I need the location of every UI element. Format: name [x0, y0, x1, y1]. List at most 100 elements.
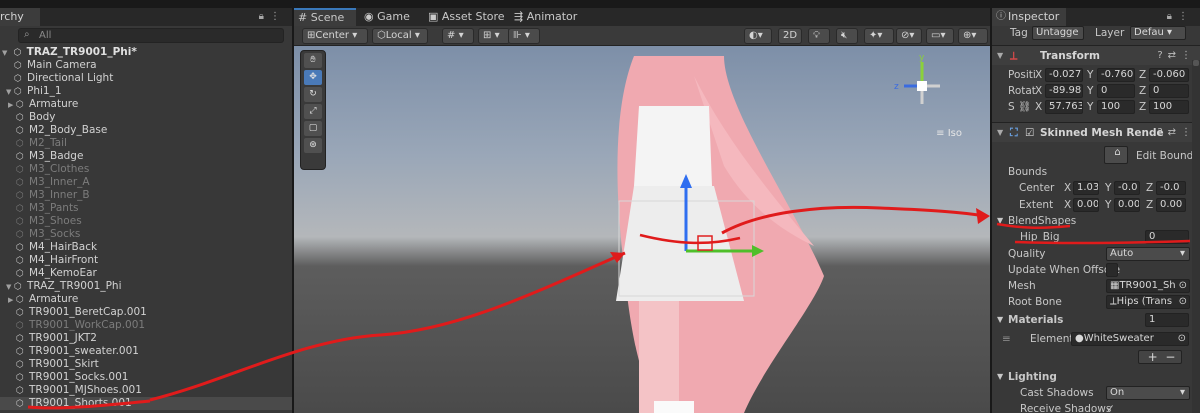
hierarchy-item[interactable]: ⬡ TR9001_Shorts.001	[0, 397, 292, 410]
hierarchy-item[interactable]: ⬡ TR9001_JKT2	[0, 332, 292, 345]
mode-2d-button[interactable]: 2D	[778, 28, 802, 44]
edit-bounds-button[interactable]: ⌂	[1104, 146, 1128, 164]
grid-visibility-button[interactable]: ⊞ ▾	[478, 28, 510, 44]
tab-hierarchy[interactable]: rchy	[0, 8, 40, 26]
hierarchy-item[interactable]: ⬡ M4_HairFront	[0, 254, 292, 267]
rotation-x-field[interactable]: -89.98	[1045, 84, 1083, 98]
center-z-field[interactable]: -0.0	[1156, 181, 1186, 195]
hierarchy-item[interactable]: ⬡ Body	[0, 111, 292, 124]
hierarchy-item[interactable]: ⬡ TR9001_BeretCap.001	[0, 306, 292, 319]
hierarchy-item[interactable]: ▶ ⬡ Armature	[0, 293, 292, 306]
extent-y-field[interactable]: 0.00	[1114, 198, 1140, 212]
hierarchy-item[interactable]: ⬡ TR9001_MJShoes.001	[0, 384, 292, 397]
center-y-field[interactable]: -0.0	[1114, 181, 1140, 195]
hierarchy-item[interactable]: ⬡ Directional Light	[0, 72, 292, 85]
hierarchy-item[interactable]: ⬡ TR9001_Socks.001	[0, 371, 292, 384]
hierarchy-item[interactable]: ⬡ Main Camera	[0, 59, 292, 72]
hierarchy-item[interactable]: ⬡ M3_Badge	[0, 150, 292, 163]
position-z-field[interactable]: -0.060	[1149, 68, 1189, 82]
hierarchy-item[interactable]: ⬡ M3_Clothes	[0, 163, 292, 176]
hierarchy-item[interactable]: ⬡ M3_Inner_B	[0, 189, 292, 202]
tab-animator[interactable]: ⇶ Animator	[510, 8, 582, 26]
scale-z-field[interactable]: 100	[1149, 100, 1189, 114]
tab-inspector[interactable]: ⓘ Inspector	[992, 8, 1066, 26]
gizmos-dropdown[interactable]: ⊕▾	[958, 28, 988, 44]
transform-tool-button[interactable]: ⊛	[304, 138, 322, 153]
object-picker-icon[interactable]: ⊙	[1179, 296, 1187, 308]
component-enabled-checkbox[interactable]: ☑	[1025, 123, 1034, 143]
tab-asset-store[interactable]: ▣ Asset Store	[424, 8, 506, 26]
hierarchy-item[interactable]: ⬡ M2_Tail	[0, 137, 292, 150]
root-bone-field[interactable]: ⟂Hips (Trans ⊙	[1106, 295, 1190, 309]
hip-big-field[interactable]: 0	[1145, 230, 1189, 244]
inspector-lock-icon[interactable]: 🔒︎⋮	[1167, 11, 1194, 22]
cast-shadows-dropdown[interactable]: On ▾	[1106, 386, 1190, 400]
hierarchy-item[interactable]: ▶ ⬡ Armature	[0, 98, 292, 111]
blendshapes-row[interactable]: ▼ BlendShapes	[992, 213, 1200, 229]
hierarchy-item[interactable]: ⬡ M3_Pants	[0, 202, 292, 215]
fold-arrow-icon[interactable]: ▼	[997, 46, 1003, 66]
object-picker-icon[interactable]: ⊙	[1179, 280, 1187, 292]
position-y-field[interactable]: -0.760	[1097, 68, 1135, 82]
mesh-field[interactable]: ▦TR9001_Sh ⊙	[1106, 279, 1190, 293]
pivot-dropdown[interactable]: ⊞Center ▾	[302, 28, 368, 44]
audio-toggle[interactable]: 🔇︎	[836, 28, 858, 44]
hand-tool-button[interactable]: ✋︎	[304, 53, 322, 68]
object-picker-icon[interactable]: ⊙	[1178, 333, 1186, 345]
quality-dropdown[interactable]: Auto ▾	[1106, 247, 1190, 261]
hierarchy-item[interactable]: ⬡ M2_Body_Base	[0, 124, 292, 137]
rotate-tool-button[interactable]: ↻	[304, 87, 322, 102]
lighting-header[interactable]: ▼ Lighting	[992, 369, 1200, 385]
rect-tool-button[interactable]: ▢	[304, 121, 322, 136]
layer-dropdown[interactable]: Defau ▾	[1130, 26, 1186, 40]
materials-count-field[interactable]: 1	[1145, 313, 1189, 327]
add-element-button[interactable]: +	[1148, 351, 1158, 363]
hidden-objects-toggle[interactable]: ⊘▾	[896, 28, 922, 44]
hierarchy-item[interactable]: ▼ ⬡ Phi1_1	[0, 85, 292, 98]
remove-element-button[interactable]: −	[1165, 351, 1175, 363]
orientation-gizmo[interactable]: y z	[892, 52, 952, 122]
transform-header[interactable]: ▼ ⟂ Transform ?⇄⋮	[992, 45, 1200, 65]
extent-x-field[interactable]: 0.00	[1073, 198, 1099, 212]
skinned-mesh-header[interactable]: ▼ ⛶ ☑ Skinned Mesh Rende ?⇄⋮	[992, 122, 1200, 142]
scene-root[interactable]: ▼ ⬡ TRAZ_TR9001_Phi*	[0, 46, 292, 59]
effects-dropdown[interactable]: ✦▾	[864, 28, 894, 44]
hierarchy-item[interactable]: ⬡ TR9001_Skirt	[0, 358, 292, 371]
scale-tool-button[interactable]: ⤢	[304, 104, 322, 119]
scene-viewport[interactable]: ✋︎ ✥ ↻ ⤢ ▢ ⊛ y z ≡ Iso	[294, 46, 990, 413]
camera-dropdown[interactable]: ▭▾	[926, 28, 954, 44]
lock-icon[interactable]: 🔒︎⋮	[259, 11, 286, 22]
increment-snap-button[interactable]: ⊪ ▾	[508, 28, 540, 44]
constrain-scale-icon[interactable]: ⛓︎	[1018, 99, 1031, 115]
drag-handle-icon[interactable]: ≡	[1002, 331, 1011, 347]
tab-scene[interactable]: # Scene	[294, 8, 356, 26]
hierarchy-item[interactable]: ⬡ M3_Inner_A	[0, 176, 292, 189]
scale-y-field[interactable]: 100	[1097, 100, 1135, 114]
fold-arrow-icon[interactable]: ▼	[997, 312, 1003, 328]
tab-game[interactable]: ◉ Game	[360, 8, 422, 26]
grid-snap-button[interactable]: # ▾	[442, 28, 474, 44]
rotation-y-field[interactable]: 0	[1097, 84, 1135, 98]
receive-shadows-checkbox[interactable]: ✓	[1106, 401, 1115, 413]
lighting-toggle[interactable]: 💡︎	[808, 28, 830, 44]
component-menu-icon[interactable]: ?⇄⋮	[1157, 46, 1196, 66]
material-element-field[interactable]: ●WhiteSweater ⊙	[1071, 332, 1189, 346]
projection-label[interactable]: ≡ Iso	[936, 128, 962, 139]
center-x-field[interactable]: 1.03	[1073, 181, 1099, 195]
hierarchy-item[interactable]: ⬡ M4_HairBack	[0, 241, 292, 254]
inspector-scrollbar[interactable]	[1192, 60, 1200, 413]
shading-mode-button[interactable]: ◐▾	[744, 28, 772, 44]
inspector-scroll-thumb[interactable]	[1193, 60, 1199, 66]
fold-arrow-icon[interactable]: ▼	[997, 123, 1003, 143]
hierarchy-item[interactable]: ⬡ M4_KemoEar	[0, 267, 292, 280]
materials-header[interactable]: ▼ Materials 1	[992, 312, 1200, 328]
hierarchy-search-input[interactable]: ⌕ All ⧉	[18, 28, 284, 43]
component-menu-icon[interactable]: ?⇄⋮	[1157, 123, 1196, 143]
hierarchy-item[interactable]: ⬡ M3_Shoes	[0, 215, 292, 228]
scale-x-field[interactable]: 57.763	[1045, 100, 1083, 114]
tag-dropdown[interactable]: Untagge	[1032, 26, 1084, 40]
rotation-z-field[interactable]: 0	[1149, 84, 1189, 98]
fold-arrow-icon[interactable]: ▼	[997, 369, 1003, 385]
hierarchy-item[interactable]: ▼ ⬡ TRAZ_TR9001_Phi	[0, 280, 292, 293]
hierarchy-item[interactable]: ⬡ TR9001_sweater.001	[0, 345, 292, 358]
